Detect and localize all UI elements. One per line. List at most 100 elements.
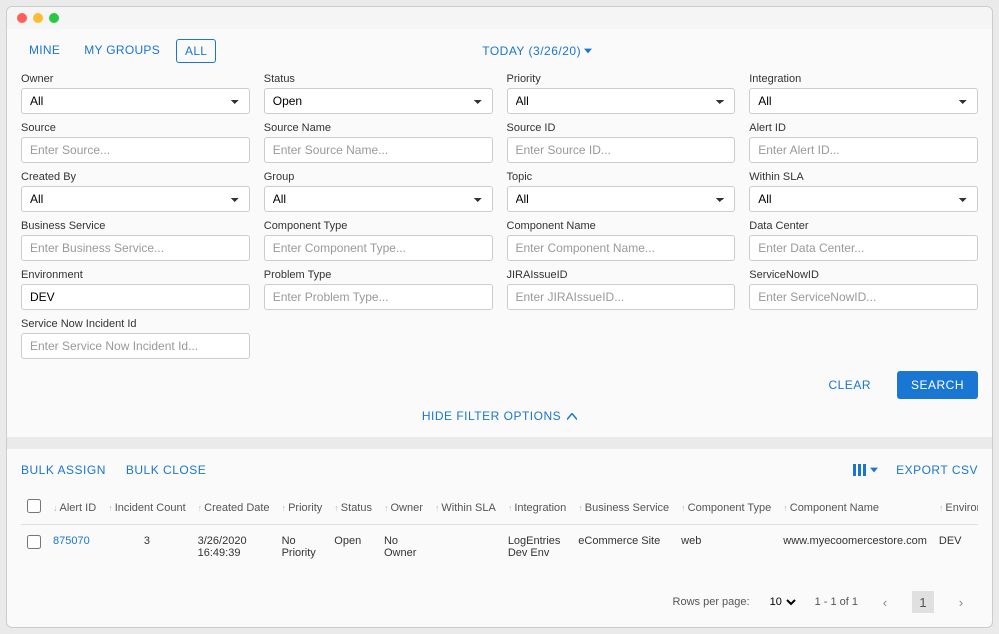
business-service-input[interactable] (21, 235, 250, 261)
date-label: TODAY (3/26/20) (482, 44, 581, 58)
sort-icon: ↑ (508, 503, 513, 513)
chevron-down-icon (584, 48, 592, 54)
source-name-label: Source Name (264, 122, 493, 134)
environment-label: Environment (21, 269, 250, 281)
alert-id-link[interactable]: 875070 (47, 525, 102, 582)
sort-icon: ↑ (578, 503, 583, 513)
titlebar (7, 7, 992, 29)
jira-issue-id-input[interactable] (507, 284, 736, 310)
source-id-input[interactable] (507, 137, 736, 163)
problem-type-label: Problem Type (264, 269, 493, 281)
page-range: 1 - 1 of 1 (815, 596, 858, 608)
integration-select[interactable]: All (749, 88, 978, 114)
snow-incident-input[interactable] (21, 333, 250, 359)
page-number[interactable]: 1 (912, 591, 934, 613)
alert-id-label: Alert ID (749, 122, 978, 134)
cell-incident-count: 3 (102, 525, 191, 582)
jira-issue-id-label: JIRAIssueID (507, 269, 736, 281)
rows-per-page-select[interactable]: 10 (766, 591, 799, 613)
rows-per-page-label: Rows per page: (673, 596, 750, 608)
col-alert-id[interactable]: ↓Alert ID (47, 491, 102, 525)
chevron-down-icon (870, 467, 878, 473)
integration-label: Integration (749, 73, 978, 85)
table-row: 875070 3 3/26/202016:49:39 NoPriority Op… (21, 525, 978, 582)
section-divider (7, 437, 992, 449)
scope-tabs: MINE MY GROUPS ALL (21, 39, 216, 63)
within-sla-label: Within SLA (749, 171, 978, 183)
tab-all[interactable]: ALL (176, 39, 216, 63)
alert-id-input[interactable] (749, 137, 978, 163)
pagination: Rows per page: 10 1 - 1 of 1 ‹ 1 › (21, 581, 978, 617)
col-integration[interactable]: ↑Integration (502, 491, 572, 525)
created-by-select[interactable]: All (21, 186, 250, 212)
environment-input[interactable] (21, 284, 250, 310)
data-center-input[interactable] (749, 235, 978, 261)
tab-mine[interactable]: MINE (21, 39, 68, 63)
topic-select[interactable]: All (507, 186, 736, 212)
group-label: Group (264, 171, 493, 183)
col-component-type[interactable]: ↑Component Type (675, 491, 777, 525)
sort-icon: ↑ (334, 503, 339, 513)
col-incident-count[interactable]: ↑Incident Count (102, 491, 191, 525)
source-input[interactable] (21, 137, 250, 163)
col-within-sla[interactable]: ↑Within SLA (429, 491, 502, 525)
priority-select[interactable]: All (507, 88, 736, 114)
created-by-label: Created By (21, 171, 250, 183)
col-created-date[interactable]: ↑Created Date (192, 491, 276, 525)
next-page-button[interactable]: › (950, 591, 972, 613)
snow-incident-label: Service Now Incident Id (21, 318, 250, 330)
app-window: FEEDBACK MINE MY GROUPS ALL TODAY (3/26/… (6, 6, 993, 628)
component-type-label: Component Type (264, 220, 493, 232)
row-checkbox[interactable] (27, 535, 41, 549)
chevron-up-icon (567, 413, 577, 420)
prev-page-button[interactable]: ‹ (874, 591, 896, 613)
select-all-checkbox[interactable] (27, 499, 41, 513)
bulk-assign-button[interactable]: BULK ASSIGN (21, 463, 106, 477)
owner-label: Owner (21, 73, 250, 85)
cell-status: Open (328, 525, 378, 582)
minimize-icon[interactable] (33, 13, 43, 23)
col-environment[interactable]: ↑Environment (933, 491, 978, 525)
hide-filter-label: HIDE FILTER OPTIONS (422, 409, 561, 423)
servicenow-id-label: ServiceNowID (749, 269, 978, 281)
sort-icon: ↑ (282, 503, 287, 513)
bulk-close-button[interactable]: BULK CLOSE (126, 463, 206, 477)
source-label: Source (21, 122, 250, 134)
table-header-row: ↓Alert ID ↑Incident Count ↑Created Date … (21, 491, 978, 525)
col-business-service[interactable]: ↑Business Service (572, 491, 675, 525)
status-select[interactable]: Open (264, 88, 493, 114)
columns-icon (853, 464, 867, 476)
tab-my-groups[interactable]: MY GROUPS (76, 39, 168, 63)
sort-desc-icon: ↓ (53, 503, 58, 513)
col-priority[interactable]: ↑Priority (276, 491, 329, 525)
data-center-label: Data Center (749, 220, 978, 232)
cell-owner: NoOwner (378, 525, 429, 582)
component-type-input[interactable] (264, 235, 493, 261)
topic-label: Topic (507, 171, 736, 183)
sort-icon: ↑ (198, 503, 203, 513)
col-component-name[interactable]: ↑Component Name (777, 491, 933, 525)
export-csv-button[interactable]: EXPORT CSV (896, 463, 978, 477)
hide-filter-toggle[interactable]: HIDE FILTER OPTIONS (21, 409, 978, 423)
search-button[interactable]: SEARCH (897, 371, 978, 399)
alerts-table: ↓Alert ID ↑Incident Count ↑Created Date … (21, 491, 978, 581)
sort-icon: ↑ (108, 503, 113, 513)
problem-type-input[interactable] (264, 284, 493, 310)
component-name-input[interactable] (507, 235, 736, 261)
owner-select[interactable]: All (21, 88, 250, 114)
date-picker[interactable]: TODAY (3/26/20) (482, 44, 592, 58)
clear-button[interactable]: CLEAR (814, 371, 885, 399)
sort-icon: ↑ (783, 503, 788, 513)
close-icon[interactable] (17, 13, 27, 23)
col-status[interactable]: ↑Status (328, 491, 378, 525)
col-owner[interactable]: ↑Owner (378, 491, 429, 525)
source-name-input[interactable] (264, 137, 493, 163)
within-sla-select[interactable]: All (749, 186, 978, 212)
sort-icon: ↑ (939, 503, 944, 513)
servicenow-id-input[interactable] (749, 284, 978, 310)
columns-button[interactable] (853, 464, 878, 476)
group-select[interactable]: All (264, 186, 493, 212)
feedback-tab[interactable]: FEEDBACK (992, 219, 993, 288)
cell-integration: LogEntriesDev Env (502, 525, 572, 582)
maximize-icon[interactable] (49, 13, 59, 23)
